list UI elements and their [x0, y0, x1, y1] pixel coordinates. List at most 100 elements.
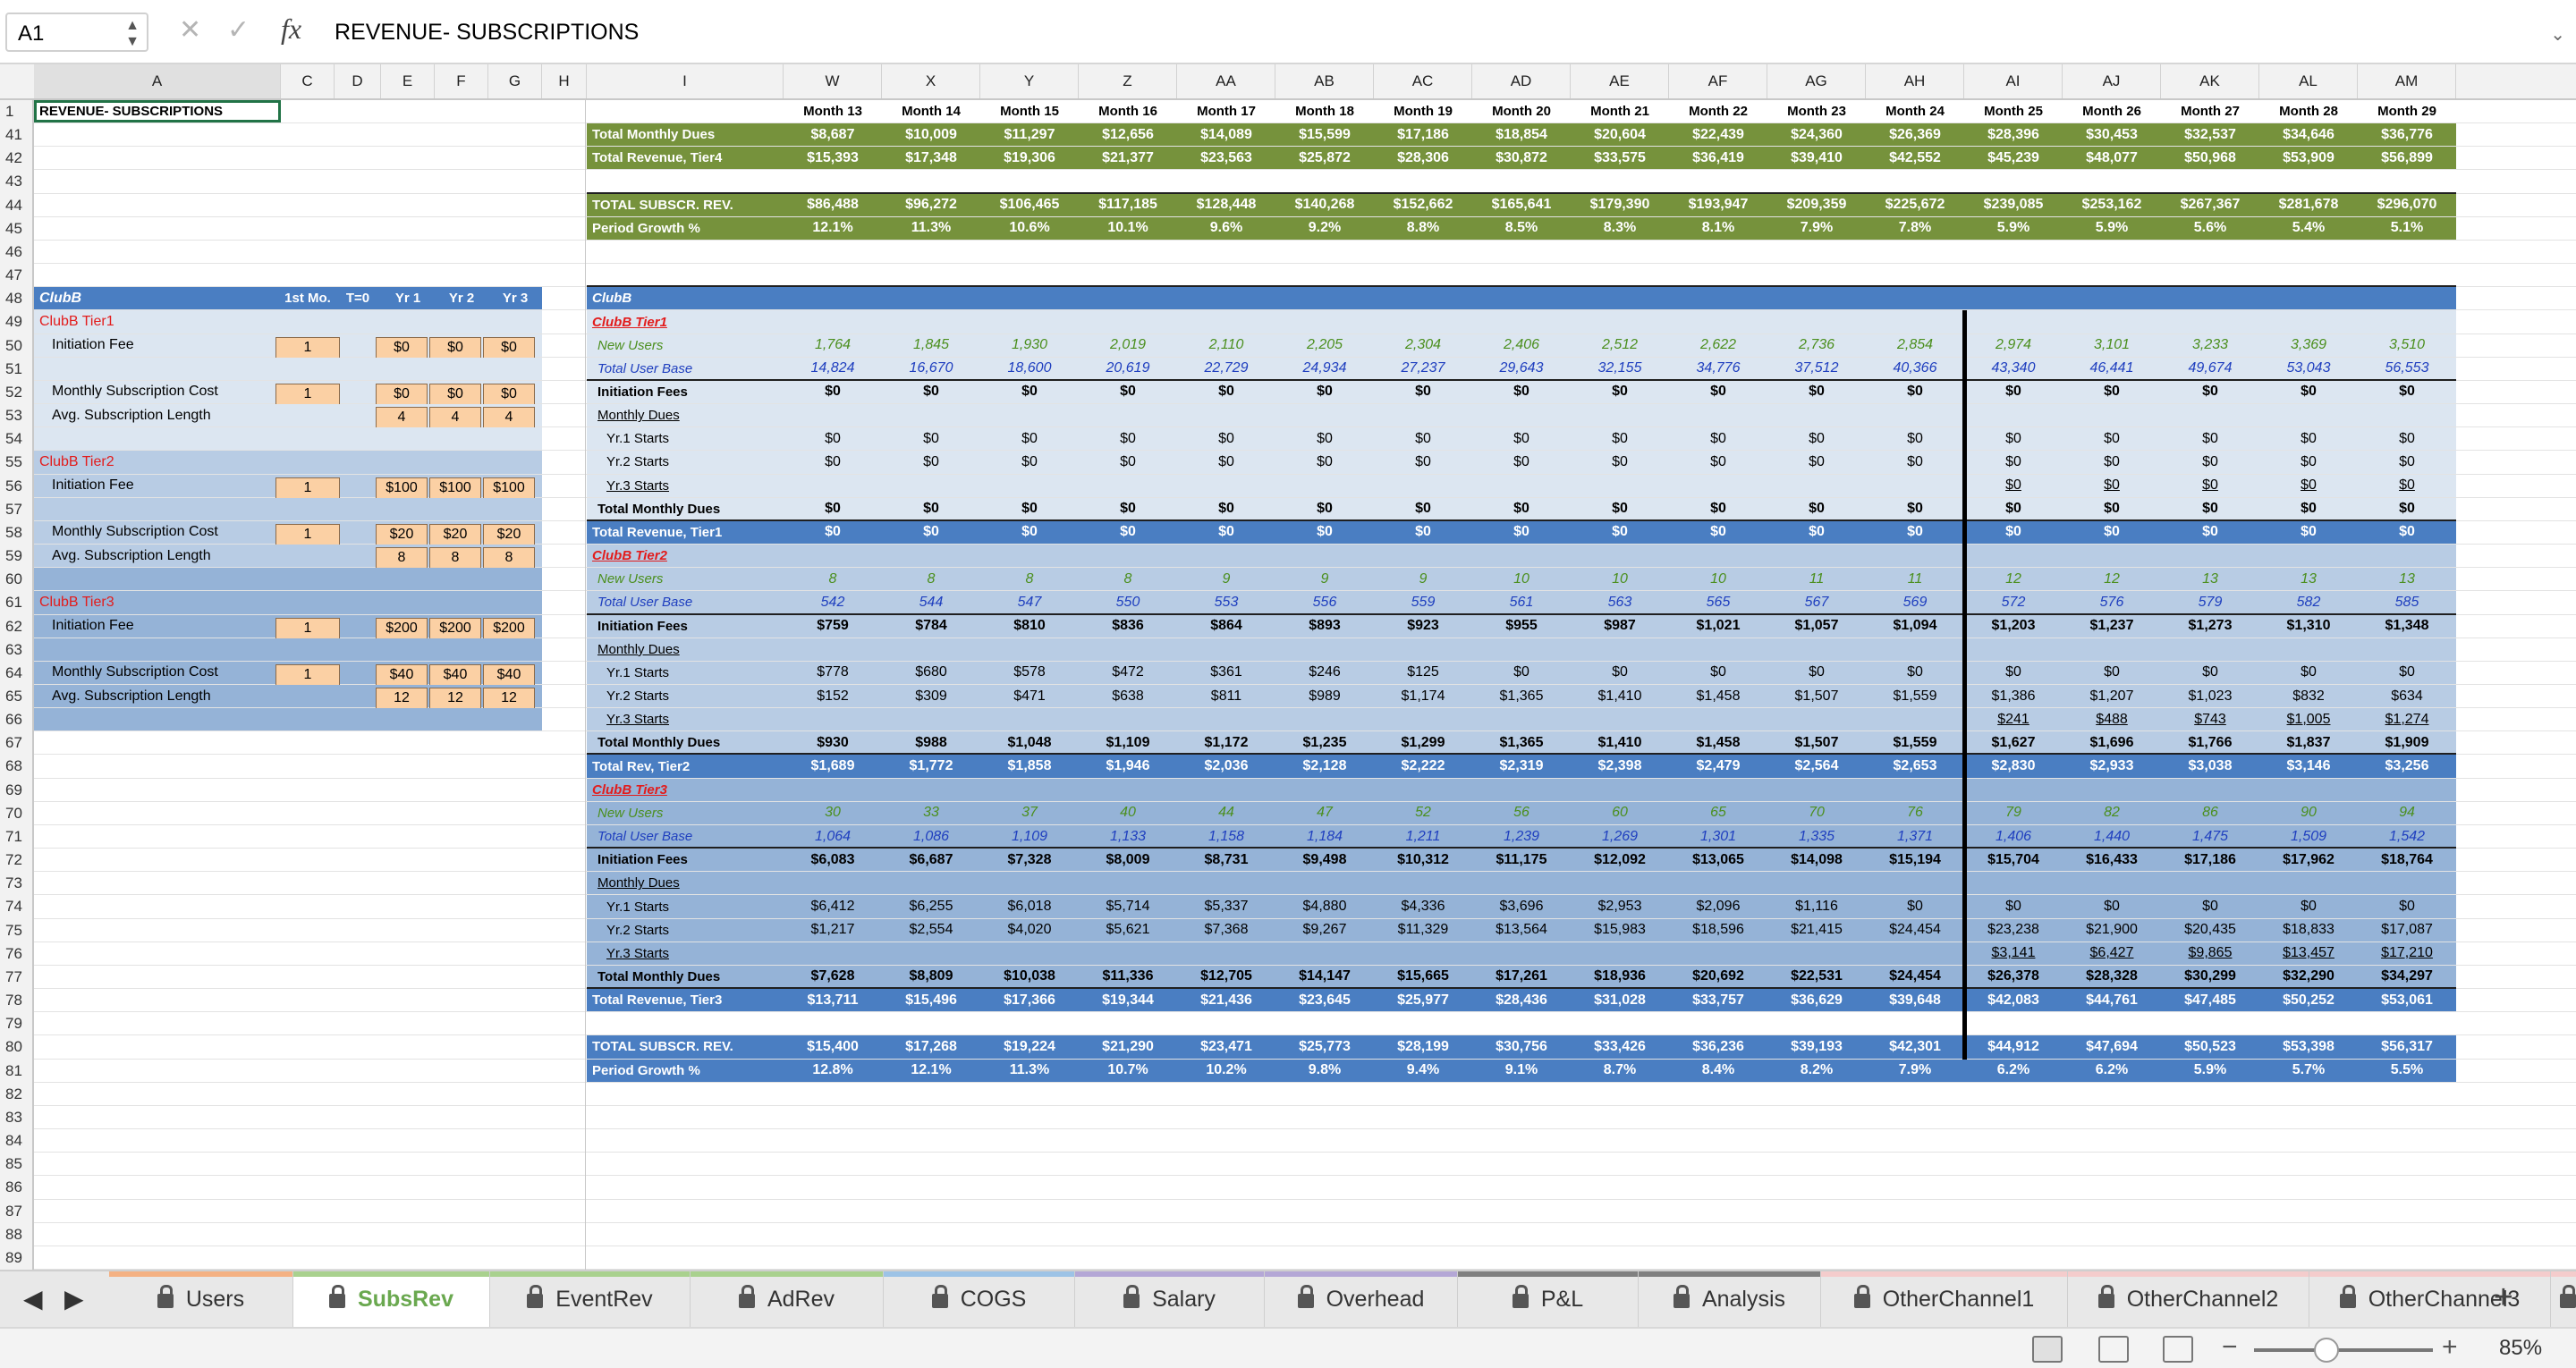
value-cell[interactable]: $6,427: [2063, 942, 2161, 965]
row-header[interactable]: 70: [0, 802, 34, 825]
value-cell[interactable]: $21,290: [1079, 1035, 1177, 1058]
value-cell[interactable]: $0: [882, 521, 980, 544]
value-cell[interactable]: $0: [2358, 427, 2456, 450]
row-header[interactable]: 81: [0, 1060, 34, 1083]
input-cell[interactable]: $0: [376, 383, 428, 405]
value-cell[interactable]: $0: [1177, 521, 1275, 544]
value-cell[interactable]: $1,021: [1669, 615, 1767, 638]
value-cell[interactable]: 6.2%: [2063, 1060, 2161, 1082]
value-cell[interactable]: $11,329: [1374, 919, 1472, 942]
value-cell[interactable]: $0: [1275, 381, 1374, 403]
row-label-cell[interactable]: New Users: [587, 802, 784, 824]
value-cell[interactable]: $48,077: [2063, 147, 2161, 169]
row-header[interactable]: 69: [0, 779, 34, 802]
value-cell[interactable]: $0: [2161, 498, 2259, 520]
value-cell[interactable]: 561: [1472, 591, 1571, 613]
value-cell[interactable]: $472: [1079, 662, 1177, 684]
value-cell[interactable]: 8.4%: [1669, 1060, 1767, 1082]
value-cell[interactable]: 579: [2161, 591, 2259, 613]
value-cell[interactable]: [1374, 475, 1472, 497]
value-cell[interactable]: 547: [980, 591, 1079, 613]
value-cell[interactable]: 24,934: [1275, 358, 1374, 380]
value-cell[interactable]: [1571, 708, 1669, 730]
value-cell[interactable]: $1,410: [1571, 731, 1669, 754]
row-header[interactable]: 66: [0, 708, 34, 731]
value-cell[interactable]: $0: [980, 451, 1079, 473]
value-cell[interactable]: 70: [1767, 802, 1866, 824]
value-cell[interactable]: $6,018: [980, 895, 1079, 917]
value-cell[interactable]: [1767, 708, 1866, 730]
value-cell[interactable]: $17,268: [882, 1035, 980, 1058]
row-header[interactable]: 60: [0, 568, 34, 591]
club-header-col[interactable]: Yr 1: [381, 287, 435, 309]
value-cell[interactable]: $2,953: [1571, 895, 1669, 917]
value-cell[interactable]: $1,772: [882, 755, 980, 777]
value-cell[interactable]: $1,109: [1079, 731, 1177, 754]
value-cell[interactable]: 8: [882, 568, 980, 590]
input-cell[interactable]: $40: [483, 663, 535, 686]
row-label-cell[interactable]: Total Revenue, Tier1: [587, 521, 784, 544]
value-cell[interactable]: $2,933: [2063, 755, 2161, 777]
value-cell[interactable]: 7.8%: [1866, 217, 1964, 240]
column-header[interactable]: A: [34, 64, 281, 98]
value-cell[interactable]: $0: [1669, 451, 1767, 473]
value-cell[interactable]: $0: [1571, 381, 1669, 403]
row-header[interactable]: 56: [0, 475, 34, 498]
value-cell[interactable]: 1,269: [1571, 825, 1669, 848]
value-cell[interactable]: $3,038: [2161, 755, 2259, 777]
value-cell[interactable]: $0: [1275, 427, 1374, 450]
value-cell[interactable]: $0: [1866, 381, 1964, 403]
value-cell[interactable]: $0: [1472, 381, 1571, 403]
club-header-col[interactable]: 1st Mo.: [281, 287, 335, 309]
row-header[interactable]: 41: [0, 123, 34, 147]
value-cell[interactable]: $8,009: [1079, 849, 1177, 871]
value-cell[interactable]: 572: [1964, 591, 2063, 613]
tab-scroll-left-icon[interactable]: ◀: [23, 1284, 43, 1313]
value-cell[interactable]: 9.2%: [1275, 217, 1374, 240]
value-cell[interactable]: $5,337: [1177, 895, 1275, 917]
value-cell[interactable]: 32,155: [1571, 358, 1669, 380]
value-cell[interactable]: $0: [1669, 381, 1767, 403]
value-cell[interactable]: $1,207: [2063, 685, 2161, 707]
input-cell[interactable]: $0: [483, 336, 535, 359]
column-header[interactable]: Z: [1079, 64, 1177, 98]
tier-name-cell[interactable]: ClubB Tier2: [34, 451, 281, 473]
row-label-cell[interactable]: ClubB Tier1: [587, 310, 784, 333]
column-header[interactable]: AA: [1177, 64, 1275, 98]
row-header[interactable]: 45: [0, 217, 34, 241]
expand-formula-icon[interactable]: ⌄: [2550, 23, 2565, 46]
value-cell[interactable]: $2,096: [1669, 895, 1767, 917]
value-cell[interactable]: $44,761: [2063, 989, 2161, 1011]
value-cell[interactable]: $488: [2063, 708, 2161, 730]
row-header[interactable]: 61: [0, 591, 34, 614]
column-header[interactable]: X: [882, 64, 980, 98]
value-cell[interactable]: [1275, 708, 1374, 730]
value-cell[interactable]: $32,290: [2259, 966, 2358, 988]
value-cell[interactable]: [980, 708, 1079, 730]
value-cell[interactable]: $864: [1177, 615, 1275, 638]
column-header[interactable]: F: [435, 64, 488, 98]
value-cell[interactable]: $0: [1866, 451, 1964, 473]
value-cell[interactable]: 576: [2063, 591, 2161, 613]
value-cell[interactable]: [1079, 475, 1177, 497]
sheet-tab[interactable]: Analysis: [1639, 1271, 1821, 1327]
value-cell[interactable]: $2,830: [1964, 755, 2063, 777]
value-cell[interactable]: $15,704: [1964, 849, 2063, 871]
value-cell[interactable]: $17,366: [980, 989, 1079, 1011]
value-cell[interactable]: $42,301: [1866, 1035, 1964, 1058]
value-cell[interactable]: [1571, 942, 1669, 965]
value-cell[interactable]: $14,098: [1767, 849, 1866, 871]
value-cell[interactable]: 60: [1571, 802, 1669, 824]
value-cell[interactable]: $13,711: [784, 989, 882, 1011]
row-header[interactable]: 89: [0, 1246, 34, 1270]
value-cell[interactable]: $0: [1374, 521, 1472, 544]
value-cell[interactable]: $0: [1964, 381, 2063, 403]
monthly-cost-label[interactable]: Monthly Subscription Cost: [47, 521, 281, 544]
value-cell[interactable]: $0: [2259, 381, 2358, 403]
value-cell[interactable]: [1079, 942, 1177, 965]
value-cell[interactable]: $836: [1079, 615, 1177, 638]
value-cell[interactable]: 27,237: [1374, 358, 1472, 380]
value-cell[interactable]: 11: [1767, 568, 1866, 590]
value-cell[interactable]: [1571, 475, 1669, 497]
column-header[interactable]: Y: [980, 64, 1079, 98]
